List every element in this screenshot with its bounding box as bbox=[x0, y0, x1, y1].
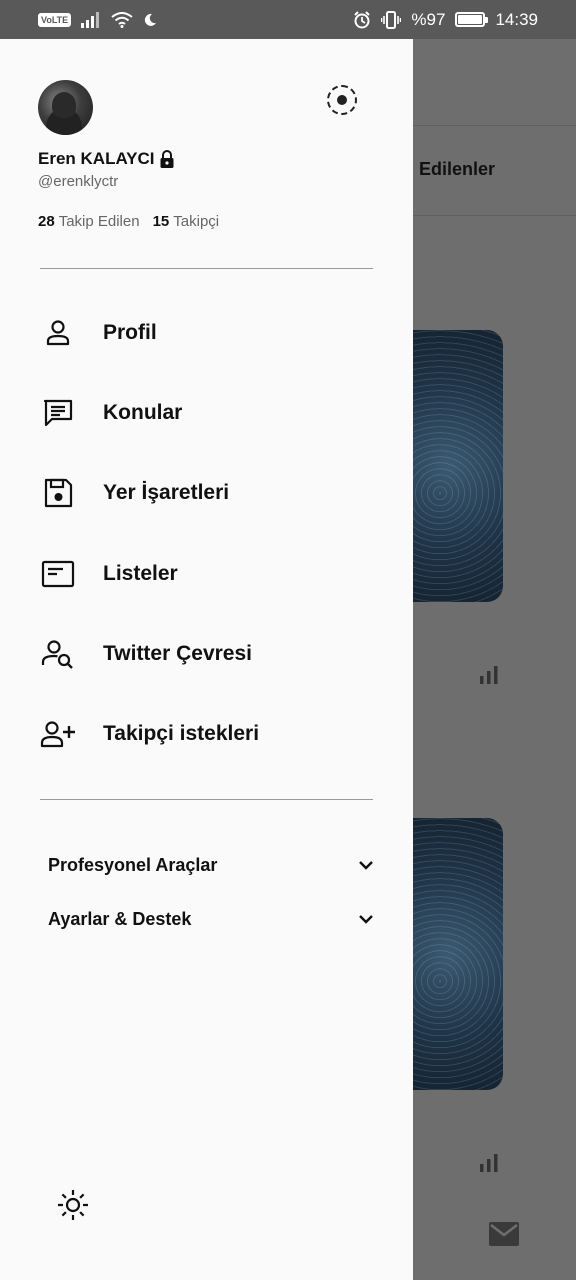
divider bbox=[40, 268, 373, 269]
profile-name-row: Eren KALAYCI bbox=[38, 149, 175, 169]
vibrate-icon bbox=[381, 10, 402, 29]
menu-label: Profil bbox=[103, 321, 157, 344]
avatar[interactable] bbox=[38, 80, 93, 135]
following-count[interactable]: 28 bbox=[38, 213, 55, 230]
bg-media-image bbox=[413, 818, 503, 1090]
bg-divider bbox=[413, 215, 576, 216]
wifi-icon bbox=[111, 11, 133, 28]
bg-media-image bbox=[413, 330, 503, 602]
divider bbox=[40, 799, 373, 800]
menu-item-profile[interactable]: Profil bbox=[0, 303, 413, 363]
menu-label: Yer İşaretleri bbox=[103, 481, 230, 504]
analytics-icon bbox=[480, 666, 498, 684]
menu-item-lists[interactable]: Listeler bbox=[0, 544, 413, 604]
topics-icon bbox=[40, 395, 76, 431]
person-icon bbox=[40, 315, 76, 351]
navigation-drawer: Eren KALAYCI @erenklyctr 28 Takip Edilen… bbox=[0, 39, 413, 1280]
menu-label: Takipçi istekleri bbox=[103, 722, 260, 745]
chevron-down-icon bbox=[359, 915, 373, 924]
status-bar: VoLTE %97 14:39 bbox=[0, 0, 576, 39]
section-label: Ayarlar & Destek bbox=[48, 908, 192, 929]
menu-label: Konular bbox=[103, 401, 183, 424]
volte-badge: VoLTE bbox=[38, 12, 72, 27]
menu-item-twitter-circle[interactable]: Twitter Çevresi bbox=[0, 624, 413, 684]
twitter-circle-icon bbox=[40, 636, 76, 672]
bg-tab-label: Edilenler bbox=[419, 159, 496, 179]
section-label: Profesyonel Araçlar bbox=[48, 854, 218, 875]
section-professional-tools[interactable]: Profesyonel Araçlar bbox=[0, 845, 413, 885]
followers-count[interactable]: 15 bbox=[153, 213, 170, 230]
display-name: Eren KALAYCI bbox=[38, 149, 155, 168]
account-switcher-icon[interactable] bbox=[327, 85, 357, 115]
mail-icon bbox=[489, 1222, 519, 1246]
menu-label: Listeler bbox=[103, 562, 178, 585]
section-settings-support[interactable]: Ayarlar & Destek bbox=[0, 899, 413, 939]
menu-label: Twitter Çevresi bbox=[103, 642, 252, 665]
following-label[interactable]: Takip Edilen bbox=[59, 213, 140, 230]
clock: 14:39 bbox=[495, 9, 538, 29]
username: @erenklyctr bbox=[38, 173, 119, 190]
follow-stats: 28 Takip Edilen 15 Takipçi bbox=[38, 213, 219, 230]
bg-divider bbox=[413, 125, 576, 126]
signal-icon bbox=[81, 11, 100, 28]
moon-icon bbox=[145, 13, 157, 26]
analytics-icon bbox=[480, 1154, 498, 1172]
background-app: Edilenler bbox=[413, 39, 576, 1280]
lists-icon bbox=[40, 556, 76, 592]
battery-level-fill bbox=[458, 15, 482, 24]
chevron-down-icon bbox=[359, 861, 373, 870]
account-switcher-dot bbox=[337, 95, 347, 105]
menu-item-topics[interactable]: Konular bbox=[0, 383, 413, 443]
followers-label[interactable]: Takipçi bbox=[173, 213, 219, 230]
menu-item-follower-requests[interactable]: Takipçi istekleri bbox=[0, 704, 413, 764]
alarm-icon bbox=[354, 10, 371, 28]
menu-item-bookmarks[interactable]: Yer İşaretleri bbox=[0, 463, 413, 523]
bookmark-icon bbox=[40, 475, 76, 511]
follower-requests-icon bbox=[40, 716, 76, 752]
lock-icon bbox=[160, 150, 174, 168]
battery-icon bbox=[455, 12, 489, 27]
brightness-icon[interactable] bbox=[56, 1188, 90, 1222]
battery-percent: %97 bbox=[411, 9, 446, 29]
